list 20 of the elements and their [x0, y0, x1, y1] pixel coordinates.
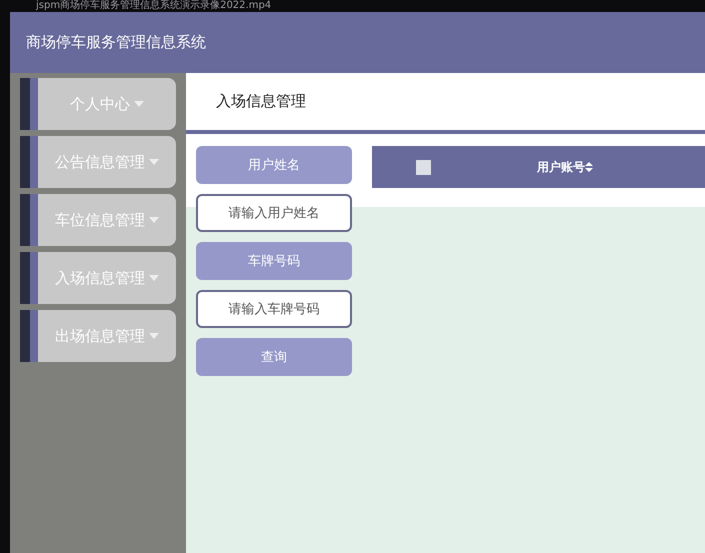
item-marker	[20, 310, 38, 362]
input-field[interactable]: 请输入用户姓名	[196, 194, 352, 232]
input-field[interactable]: 请输入车牌号码	[196, 290, 352, 328]
caret-icon	[149, 217, 159, 223]
item-marker	[20, 78, 38, 130]
column-header[interactable]: 用户账号	[537, 158, 593, 176]
field-label: 车牌号码	[196, 242, 352, 280]
page-title: 入场信息管理	[186, 73, 705, 134]
caret-icon	[149, 333, 159, 339]
caret-icon	[134, 101, 144, 107]
item-marker	[20, 194, 38, 246]
item-marker	[20, 252, 38, 304]
checkbox[interactable]	[416, 160, 431, 174]
search-button[interactable]: 查询	[196, 338, 352, 376]
field-label: 用户姓名	[196, 146, 352, 184]
item-marker	[20, 136, 38, 188]
caret-icon	[149, 275, 159, 281]
caret-icon	[149, 159, 159, 165]
sort-icon[interactable]	[585, 162, 593, 172]
app-title: 商场停车服务管理信息系统	[26, 33, 206, 52]
